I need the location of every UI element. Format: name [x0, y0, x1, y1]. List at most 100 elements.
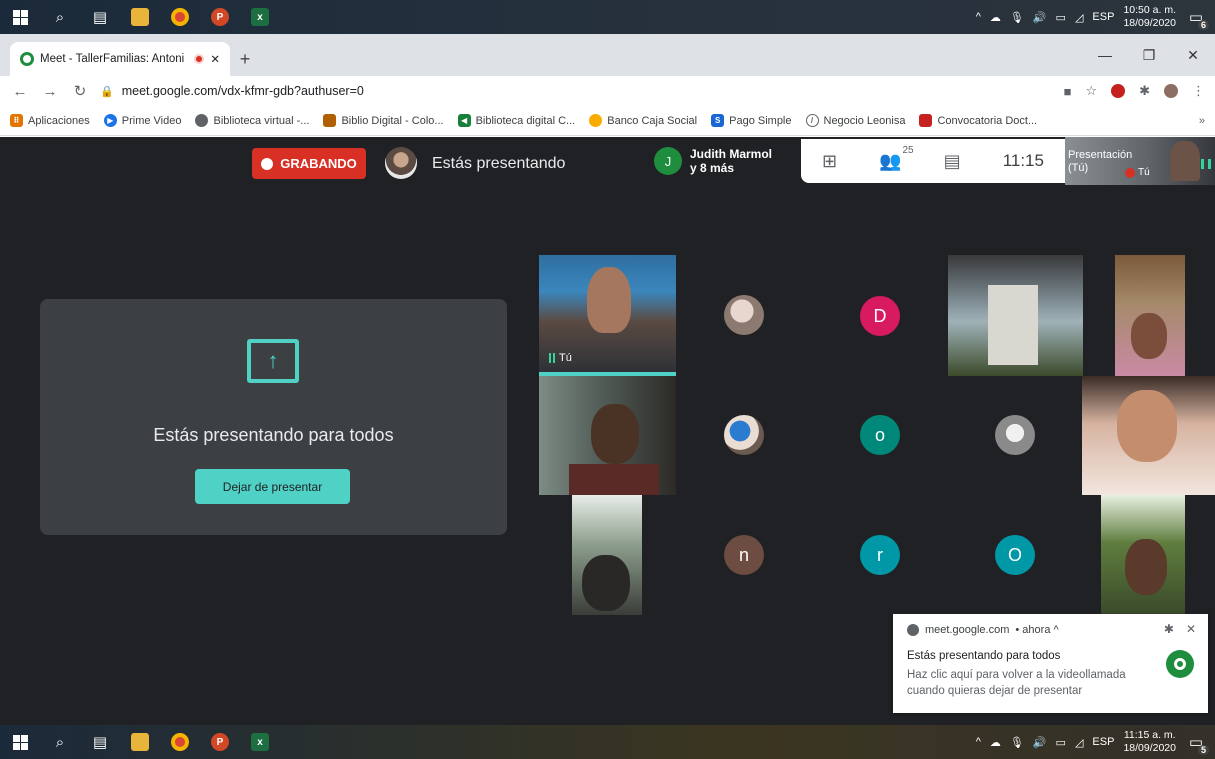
minimize-icon[interactable]: —: [1083, 47, 1127, 63]
chrome-menu-icon[interactable]: ⋮: [1192, 83, 1205, 99]
notification-time: • ahora ^: [1015, 624, 1059, 636]
participant-tile-photo-3[interactable]: [948, 376, 1083, 495]
bookmark-biblio-digital[interactable]: Biblio Digital - Colo...: [323, 114, 444, 127]
participant-tile-n[interactable]: n: [676, 495, 813, 615]
microphone-icon[interactable]: 🎙: [1010, 11, 1024, 24]
layout-grid-icon[interactable]: ⊞: [822, 151, 837, 172]
action-center-icon[interactable]: ▭ 5: [1185, 731, 1209, 755]
task-view-icon[interactable]: ▤: [80, 0, 120, 34]
excel-icon[interactable]: x: [240, 725, 280, 759]
bookmark-label: Convocatoria Doct...: [937, 114, 1038, 127]
back-icon[interactable]: ←: [10, 83, 30, 100]
system-clock[interactable]: 11:15 a. m. 18/09/2020: [1123, 729, 1176, 755]
profile-avatar[interactable]: [1164, 84, 1178, 98]
bookmark-prime-video[interactable]: ▶ Prime Video: [103, 114, 181, 127]
participant-tile-boy[interactable]: [539, 376, 676, 495]
clock-time: 11:15 a. m.: [1123, 729, 1176, 741]
stop-presenting-button[interactable]: Dejar de presentar: [195, 469, 350, 504]
present-screen-icon: ↑: [247, 339, 299, 383]
search-icon[interactable]: ⌕: [40, 0, 80, 34]
tray-chevron-icon[interactable]: ^: [976, 736, 981, 748]
presenting-card-title: Estás presentando para todos: [153, 425, 394, 445]
volume-icon[interactable]: 🔊: [1033, 736, 1047, 749]
bookmark-label: Biblioteca digital C...: [475, 114, 576, 127]
windows-start-icon[interactable]: [0, 0, 40, 34]
file-explorer-icon[interactable]: [120, 725, 160, 759]
meet-favicon-icon: [20, 52, 34, 66]
participant-tile-room[interactable]: [948, 255, 1083, 376]
participant-tile-girl-2[interactable]: [1082, 376, 1215, 495]
windows-start-icon[interactable]: [0, 725, 40, 759]
language-indicator[interactable]: ESP: [1092, 11, 1114, 23]
browser-tab-meet[interactable]: Meet - TallerFamilias: Antoni ✕: [10, 42, 230, 76]
powerpoint-icon[interactable]: P: [200, 725, 240, 759]
participant-tile-trees[interactable]: [572, 495, 642, 615]
bookmark-aplicaciones[interactable]: ⠿ Aplicaciones: [10, 114, 90, 127]
bookmark-pago-simple[interactable]: S Pago Simple: [711, 114, 792, 127]
microphone-icon[interactable]: 🎙: [1010, 736, 1024, 749]
system-tray: ^ ☁ 🎙 🔊 ▭ ◿ ESP 11:15 a. m. 18/09/2020 ▭…: [976, 729, 1215, 755]
bookmark-star-icon[interactable]: ☆: [1085, 83, 1097, 99]
extension-icon[interactable]: [1111, 84, 1126, 98]
self-video-thumbnail: [1170, 141, 1200, 181]
volume-icon[interactable]: 🔊: [1033, 11, 1047, 24]
pago-simple-icon: S: [711, 114, 725, 127]
reload-icon[interactable]: ↻: [70, 82, 90, 100]
task-view-icon[interactable]: ▤: [80, 725, 120, 759]
bookmark-banco-caja-social[interactable]: Banco Caja Social: [589, 114, 697, 127]
participant-name: Judith Marmol: [690, 147, 773, 161]
participant-tile-r[interactable]: r: [813, 495, 948, 615]
browser-toolbar: ← → ↻ 🔒 meet.google.com/vdx-kfmr-gdb?aut…: [0, 76, 1215, 106]
participant-tile-girl-3[interactable]: [1101, 495, 1185, 615]
chrome-notification[interactable]: meet.google.com • ahora ^ ✱ ✕ Estás pres…: [893, 614, 1208, 713]
system-clock[interactable]: 10:50 a. m. 18/09/2020: [1123, 4, 1176, 30]
wifi-icon[interactable]: ◿: [1075, 11, 1083, 24]
participant-tile-self[interactable]: Tú: [539, 255, 676, 376]
notification-close-icon[interactable]: ✕: [1186, 622, 1196, 636]
participant-tile-o[interactable]: o: [813, 376, 948, 495]
participants-summary[interactable]: J Judith Marmol y 8 más: [648, 139, 801, 183]
tray-chevron-icon[interactable]: ^: [976, 11, 981, 23]
forward-icon[interactable]: →: [40, 83, 60, 100]
chrome-icon[interactable]: [160, 0, 200, 34]
participant-grid: Tú D o n r O: [539, 255, 1215, 615]
extensions-puzzle-icon[interactable]: ✱: [1139, 83, 1150, 99]
bookmark-convocatoria[interactable]: Convocatoria Doct...: [919, 114, 1037, 127]
people-icon[interactable]: 👥 25: [879, 145, 913, 172]
excel-icon[interactable]: x: [240, 0, 280, 34]
participant-tile-d[interactable]: D: [813, 255, 948, 376]
bookmark-biblioteca-digital-c[interactable]: ◀ Biblioteca digital C...: [457, 114, 576, 127]
participant-avatar-j: J: [654, 147, 682, 175]
participant-tile-photo-1[interactable]: [676, 255, 813, 376]
address-bar[interactable]: 🔒 meet.google.com/vdx-kfmr-gdb?authuser=…: [100, 78, 1054, 104]
participant-face: [582, 555, 630, 611]
file-explorer-icon[interactable]: [120, 0, 160, 34]
new-tab-button[interactable]: +: [230, 42, 260, 76]
powerpoint-icon[interactable]: P: [200, 0, 240, 34]
onedrive-icon[interactable]: ☁: [990, 736, 1001, 749]
presenter-avatar: [385, 147, 417, 179]
self-presentation-view[interactable]: Presentación (Tú) Tú: [1065, 137, 1215, 185]
participant-tile-o2[interactable]: O: [948, 495, 1083, 615]
restore-icon[interactable]: ❐: [1127, 47, 1171, 64]
close-window-icon[interactable]: ✕: [1171, 47, 1215, 64]
participant-tile-girl-1[interactable]: [1115, 255, 1185, 376]
participant-tile-photo-2[interactable]: [676, 376, 813, 495]
chrome-icon[interactable]: [160, 725, 200, 759]
language-indicator[interactable]: ESP: [1092, 736, 1114, 748]
tab-close-icon[interactable]: ✕: [210, 52, 220, 66]
battery-icon[interactable]: ▭: [1056, 11, 1066, 24]
chat-icon[interactable]: ▤: [944, 151, 961, 172]
tile-self-label: Tú: [559, 352, 572, 364]
camera-in-use-icon[interactable]: ■: [1064, 84, 1072, 99]
action-center-icon[interactable]: ▭ 6: [1185, 6, 1209, 30]
onedrive-icon[interactable]: ☁: [990, 11, 1001, 24]
search-icon[interactable]: ⌕: [40, 725, 80, 759]
bookmark-negocio-leonisa[interactable]: / Negocio Leonisa: [805, 114, 905, 127]
bookmark-biblioteca-virtual[interactable]: Biblioteca virtual -...: [195, 114, 309, 127]
wifi-icon[interactable]: ◿: [1075, 736, 1083, 749]
battery-icon[interactable]: ▭: [1056, 736, 1066, 749]
bookmarks-overflow-button[interactable]: »: [1199, 115, 1205, 127]
notification-settings-icon[interactable]: ✱: [1164, 622, 1174, 636]
lock-icon[interactable]: 🔒: [100, 85, 114, 98]
